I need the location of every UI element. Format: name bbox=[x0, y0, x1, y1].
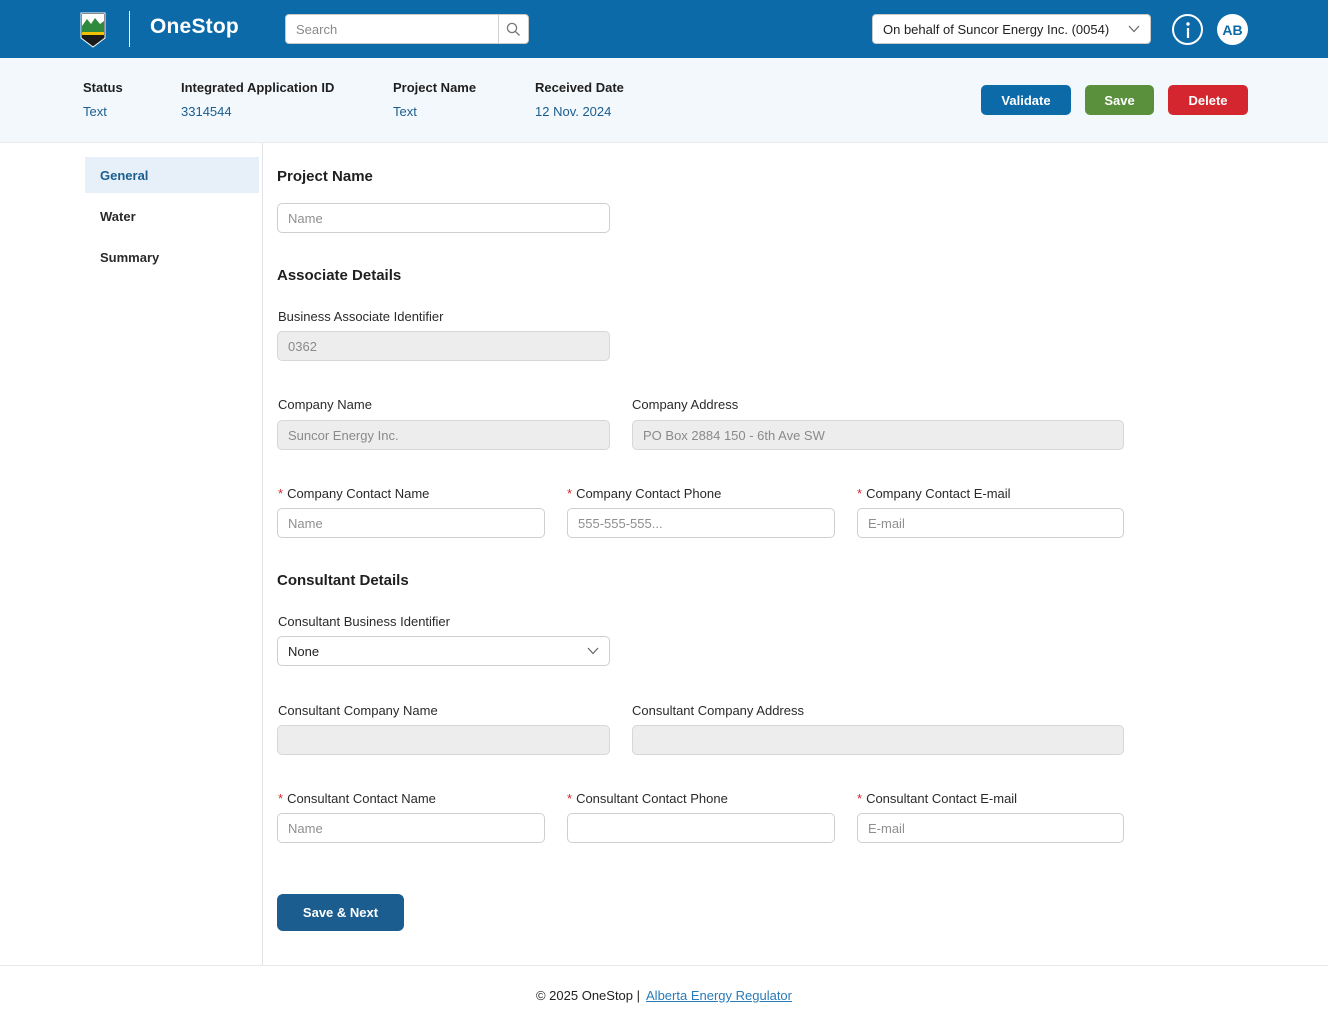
company-name-label: Company Name bbox=[278, 397, 372, 412]
received-date-field: Received Date 12 Nov. 2024 bbox=[535, 80, 624, 119]
project-name-field: Project Name Text bbox=[393, 80, 476, 119]
project-name-label: Project Name bbox=[393, 80, 477, 95]
cons-contact-name-input[interactable] bbox=[277, 813, 545, 843]
ba-id-label: Business Associate Identifier bbox=[278, 309, 444, 324]
cons-contact-email-label: * Consultant Contact E-mail bbox=[857, 791, 1017, 806]
chevron-down-icon bbox=[587, 647, 599, 655]
cons-contact-name-label: * Consultant Contact Name bbox=[278, 791, 436, 806]
status-value: Text bbox=[83, 104, 107, 119]
required-marker: * bbox=[278, 486, 284, 501]
status-label: Status bbox=[83, 80, 123, 95]
required-marker: * bbox=[857, 791, 863, 806]
contact-phone-input[interactable] bbox=[567, 508, 835, 538]
alberta-logo-icon[interactable] bbox=[80, 12, 106, 48]
project-name-section-title: Project Name bbox=[277, 168, 373, 185]
app-id-field: Integrated Application ID 3314544 bbox=[181, 80, 334, 119]
consultant-section-title: Consultant Details bbox=[277, 572, 409, 589]
consultant-id-select[interactable]: None bbox=[277, 636, 610, 666]
contact-email-label-text: Company Contact E-mail bbox=[866, 486, 1011, 501]
required-marker: * bbox=[567, 486, 573, 501]
chevron-down-icon bbox=[1128, 25, 1140, 33]
consultant-company-label: Consultant Company Name bbox=[278, 703, 438, 718]
brand-name[interactable]: OneStop bbox=[150, 15, 239, 39]
required-marker: * bbox=[567, 791, 573, 806]
copyright-text: © 2025 OneStop | bbox=[535, 987, 641, 1003]
top-bar: OneStop On behalf of Suncor Energy Inc. … bbox=[0, 0, 1328, 58]
user-avatar[interactable]: AB bbox=[1217, 14, 1248, 45]
aer-link[interactable]: Alberta Energy Regulator bbox=[646, 988, 792, 1003]
project-name-input[interactable] bbox=[277, 203, 610, 233]
search-button[interactable] bbox=[498, 15, 528, 43]
contact-name-input[interactable] bbox=[277, 508, 545, 538]
required-marker: * bbox=[857, 486, 863, 501]
logo-divider bbox=[129, 11, 130, 47]
contact-phone-label-text: Company Contact Phone bbox=[576, 486, 722, 501]
search-icon bbox=[506, 22, 520, 36]
consultant-address-input bbox=[632, 725, 1124, 755]
cons-contact-phone-label-text: Consultant Contact Phone bbox=[576, 791, 728, 806]
app-id-label: Integrated Application ID bbox=[181, 80, 335, 95]
search-box bbox=[285, 14, 529, 44]
cons-contact-email-label-text: Consultant Contact E-mail bbox=[866, 791, 1018, 806]
consultant-id-select-value: None bbox=[288, 643, 320, 659]
consultant-company-input bbox=[277, 725, 610, 755]
sidebar-item-summary[interactable]: Summary bbox=[85, 239, 259, 275]
cons-contact-email-input[interactable] bbox=[857, 813, 1124, 843]
company-address-label: Company Address bbox=[632, 397, 739, 412]
info-button[interactable] bbox=[1172, 14, 1203, 45]
behalf-select-value: On behalf of Suncor Energy Inc. (0054) bbox=[883, 21, 1110, 37]
info-icon bbox=[1185, 21, 1190, 38]
contact-email-label: * Company Contact E-mail bbox=[857, 486, 1011, 501]
contact-phone-label: * Company Contact Phone bbox=[567, 486, 721, 501]
associate-section-title: Associate Details bbox=[277, 267, 402, 284]
received-date-value: 12 Nov. 2024 bbox=[535, 104, 612, 119]
behalf-select[interactable]: On behalf of Suncor Energy Inc. (0054) bbox=[872, 14, 1151, 44]
delete-button[interactable]: Delete bbox=[1168, 85, 1248, 115]
company-name-input bbox=[277, 420, 610, 450]
cons-contact-phone-input[interactable] bbox=[567, 813, 835, 843]
consultant-id-label: Consultant Business Identifier bbox=[278, 614, 450, 629]
ba-id-input bbox=[277, 331, 610, 361]
cons-contact-phone-label: * Consultant Contact Phone bbox=[567, 791, 728, 806]
footer: © 2025 OneStop | Alberta Energy Regulato… bbox=[0, 965, 1328, 1024]
search-input[interactable] bbox=[286, 15, 498, 43]
contact-email-input[interactable] bbox=[857, 508, 1124, 538]
contact-name-label-text: Company Contact Name bbox=[287, 486, 430, 501]
project-name-value: Text bbox=[393, 104, 417, 119]
save-button[interactable]: Save bbox=[1085, 85, 1154, 115]
application-summary: Status Text Integrated Application ID 33… bbox=[0, 58, 1328, 143]
app-id-value: 3314544 bbox=[181, 104, 232, 119]
consultant-address-label: Consultant Company Address bbox=[632, 703, 804, 718]
received-date-label: Received Date bbox=[535, 80, 624, 95]
save-next-button[interactable]: Save & Next bbox=[277, 894, 404, 931]
required-marker: * bbox=[278, 791, 284, 806]
validate-button[interactable]: Validate bbox=[981, 85, 1071, 115]
sidebar-item-water[interactable]: Water bbox=[85, 198, 259, 234]
sidebar-item-general[interactable]: General bbox=[85, 157, 259, 193]
sidebar: General Water Summary bbox=[0, 143, 263, 965]
status-field: Status Text bbox=[83, 80, 123, 119]
cons-contact-name-label-text: Consultant Contact Name bbox=[287, 791, 436, 806]
company-address-input bbox=[632, 420, 1124, 450]
contact-name-label: * Company Contact Name bbox=[278, 486, 429, 501]
